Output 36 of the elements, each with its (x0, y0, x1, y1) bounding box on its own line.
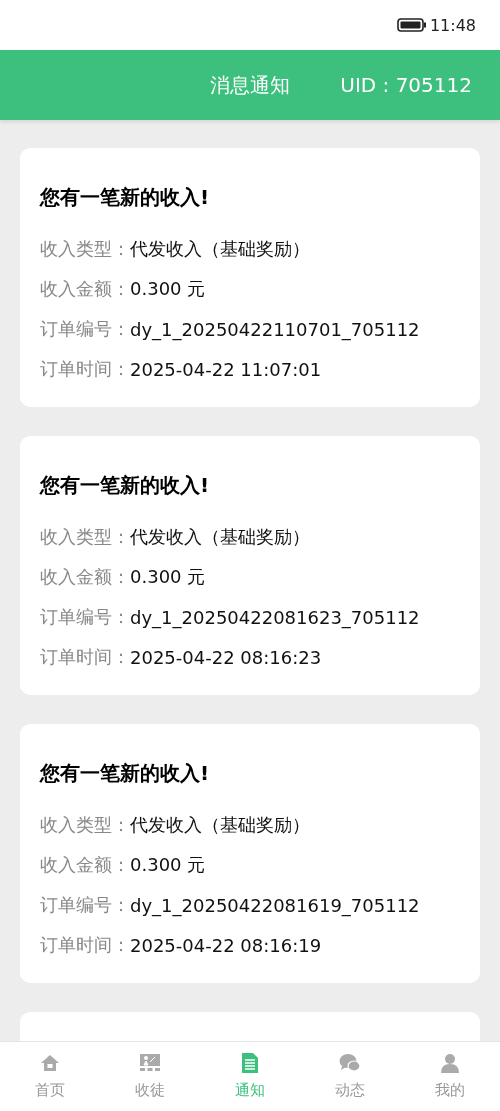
status-time: 11:48 (429, 15, 476, 35)
field-value: dy_1_20250422081623_705112 (130, 606, 420, 628)
presentation-icon (139, 1053, 161, 1073)
field-label: 订单编号： (40, 317, 130, 341)
field-label: 收入类型： (40, 525, 130, 549)
field-label: 订单时间： (40, 357, 130, 381)
field-value: dy_1_20250422110701_705112 (130, 318, 420, 340)
user-id: UID : 705112 (340, 73, 473, 97)
notification-title: 您有一笔新的收入! (40, 760, 211, 787)
field-value: 2025-04-22 08:16:23 (130, 646, 322, 668)
home-icon (40, 1053, 60, 1073)
document-icon (242, 1053, 258, 1073)
person-icon (440, 1053, 460, 1073)
chat-bubbles-icon (339, 1053, 361, 1073)
field-label: 收入类型： (40, 813, 130, 837)
field-label: 订单时间： (40, 933, 130, 957)
field-label: 订单编号： (40, 605, 130, 629)
field-value: 代发收入（基础奖励） (130, 525, 310, 549)
field-label: 收入类型： (40, 237, 130, 261)
field-value: 代发收入（基础奖励） (130, 237, 310, 261)
field-value: 0.300 元 (130, 277, 206, 301)
notification-title: 您有一笔新的收入! (40, 184, 211, 211)
field-label: 订单时间： (40, 645, 130, 669)
field-label: 订单编号： (40, 893, 130, 917)
field-label: 收入金额： (40, 565, 130, 589)
field-value: 0.300 元 (130, 853, 206, 877)
field-value: 代发收入（基础奖励） (130, 813, 310, 837)
battery-icon (396, 18, 427, 32)
field-label: 收入金额： (40, 853, 130, 877)
field-value: 0.300 元 (130, 565, 206, 589)
notification-title: 您有一笔新的收入! (40, 472, 211, 499)
field-value: dy_1_20250422081619_705112 (130, 894, 420, 916)
field-value: 2025-04-22 11:07:01 (130, 358, 322, 380)
field-label: 收入金额： (40, 277, 130, 301)
page-title: 消息通知 (210, 71, 290, 99)
field-value: 2025-04-22 08:16:19 (130, 934, 322, 956)
